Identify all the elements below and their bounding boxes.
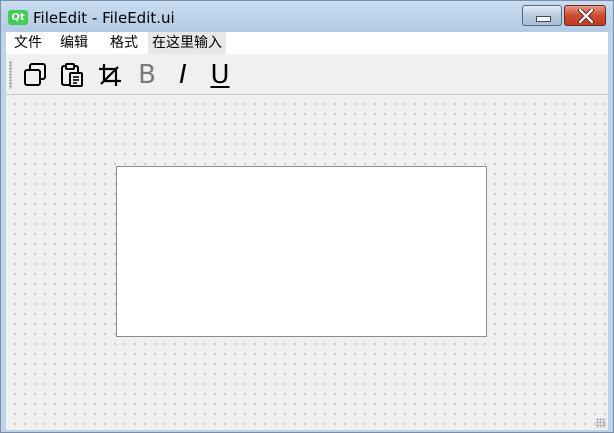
- designer-window: Qt FileEdit - FileEdit.ui 文件 编辑 格式 在这里输入: [0, 0, 614, 433]
- menu-file[interactable]: 文件: [10, 32, 46, 54]
- cut-button[interactable]: [95, 60, 125, 90]
- minimize-button[interactable]: [522, 5, 562, 26]
- underline-icon: U: [210, 60, 230, 90]
- close-icon: [578, 9, 594, 23]
- tool-bar: B I U: [6, 55, 608, 95]
- copy-icon: [24, 63, 46, 86]
- italic-button[interactable]: I: [168, 60, 198, 90]
- bold-button[interactable]: B: [132, 60, 162, 90]
- italic-icon: I: [179, 60, 187, 90]
- bold-icon: B: [138, 60, 156, 90]
- toolbar-grip-icon[interactable]: [9, 61, 12, 89]
- menu-type-here[interactable]: 在这里输入: [148, 32, 226, 54]
- menu-bar: 文件 编辑 格式 在这里输入: [6, 32, 608, 54]
- resize-grip-icon[interactable]: [596, 418, 606, 428]
- menu-edit[interactable]: 编辑: [56, 32, 92, 54]
- form-client-area: 文件 编辑 格式 在这里输入 B I U: [6, 32, 608, 430]
- underline-button[interactable]: U: [205, 60, 235, 90]
- paste-button[interactable]: [57, 60, 87, 90]
- qt-logo-icon: Qt: [8, 10, 28, 25]
- paste-icon: [61, 63, 83, 87]
- close-button[interactable]: [564, 5, 606, 26]
- copy-button[interactable]: [20, 60, 50, 90]
- cut-icon: [99, 64, 121, 86]
- title-bar[interactable]: Qt FileEdit - FileEdit.ui: [1, 1, 613, 32]
- window-title: FileEdit - FileEdit.ui: [33, 9, 175, 27]
- form-canvas[interactable]: [6, 96, 608, 430]
- menu-format[interactable]: 格式: [106, 32, 142, 54]
- text-edit[interactable]: [116, 166, 487, 337]
